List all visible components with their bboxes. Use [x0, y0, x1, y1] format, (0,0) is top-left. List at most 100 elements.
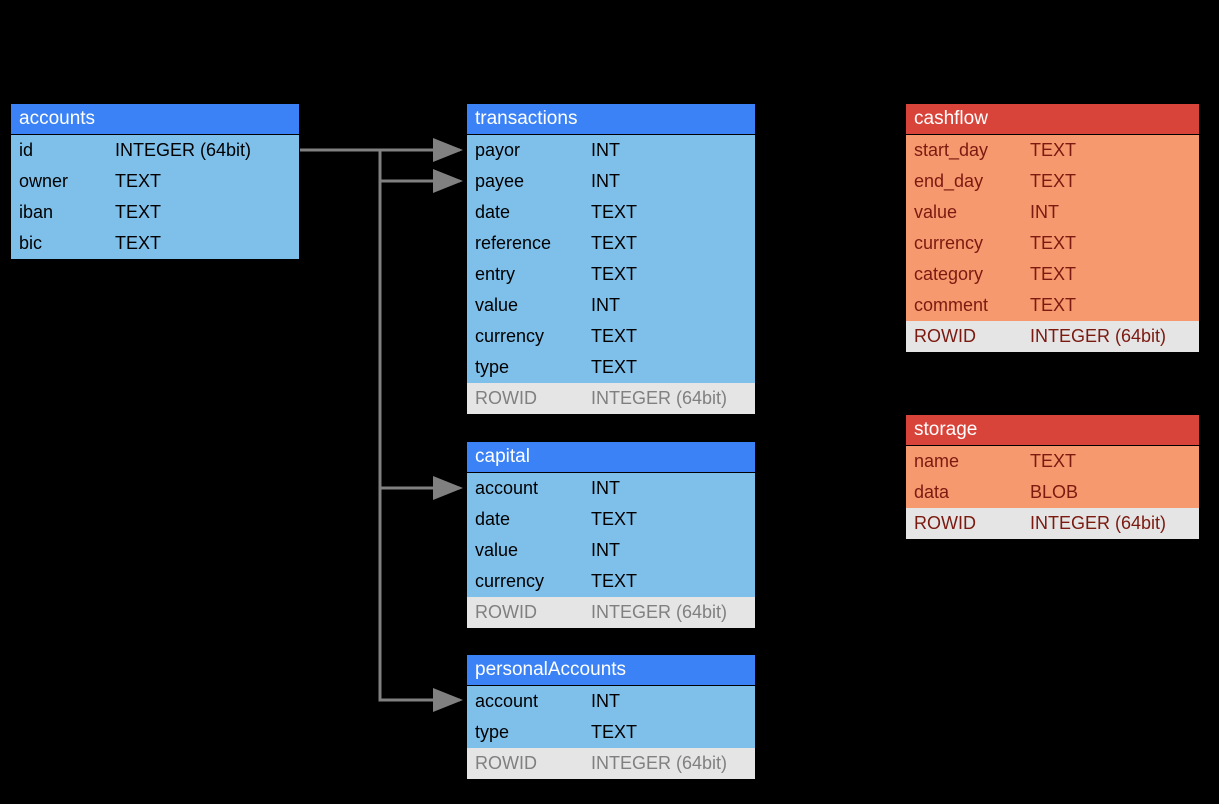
column-type: INTEGER (64bit) — [1026, 326, 1199, 347]
column-type: TEXT — [1026, 171, 1199, 192]
table-cashflow-body: start_dayTEXT end_dayTEXT valueINT curre… — [906, 135, 1199, 352]
column-name: value — [467, 540, 587, 561]
column-type: INT — [587, 171, 755, 192]
table-storage-header: storage — [906, 415, 1199, 446]
column-type: TEXT — [587, 233, 755, 254]
table-row: typeTEXT — [467, 352, 755, 383]
arrow-accounts-to-transactions-payee — [300, 150, 460, 181]
column-type: TEXT — [111, 171, 299, 192]
column-name: date — [467, 202, 587, 223]
column-name: type — [467, 722, 587, 743]
table-capital-header: capital — [467, 442, 755, 473]
table-row: currencyTEXT — [467, 566, 755, 597]
column-name: comment — [906, 295, 1026, 316]
column-type: INTEGER (64bit) — [1026, 513, 1199, 534]
column-type: TEXT — [1026, 233, 1199, 254]
table-rowid: ROWIDINTEGER (64bit) — [906, 508, 1199, 539]
column-name: currency — [467, 326, 587, 347]
table-row: categoryTEXT — [906, 259, 1199, 290]
table-row: nameTEXT — [906, 446, 1199, 477]
column-name: value — [906, 202, 1026, 223]
table-transactions-body: payorINT payeeINT dateTEXT referenceTEXT… — [467, 135, 755, 414]
arrow-accounts-to-capital-account — [300, 150, 460, 488]
column-type: INTEGER (64bit) — [111, 140, 299, 161]
column-type: TEXT — [587, 264, 755, 285]
table-row: ownerTEXT — [11, 166, 299, 197]
table-rowid: ROWIDINTEGER (64bit) — [467, 383, 755, 414]
table-personal-accounts-body: accountINT typeTEXT ROWIDINTEGER (64bit) — [467, 686, 755, 779]
table-personal-accounts-header: personalAccounts — [467, 655, 755, 686]
column-name: entry — [467, 264, 587, 285]
column-name: id — [11, 140, 111, 161]
table-row: start_dayTEXT — [906, 135, 1199, 166]
column-name: value — [467, 295, 587, 316]
column-name: category — [906, 264, 1026, 285]
column-type: TEXT — [111, 202, 299, 223]
table-capital-body: accountINT dateTEXT valueINT currencyTEX… — [467, 473, 755, 628]
column-type: TEXT — [1026, 264, 1199, 285]
table-cashflow: cashflow start_dayTEXT end_dayTEXT value… — [905, 103, 1200, 353]
column-name: iban — [11, 202, 111, 223]
column-name: start_day — [906, 140, 1026, 161]
table-row: idINTEGER (64bit) — [11, 135, 299, 166]
table-accounts-header: accounts — [11, 104, 299, 135]
column-name: ROWID — [467, 388, 587, 409]
table-row: payeeINT — [467, 166, 755, 197]
column-type: TEXT — [1026, 295, 1199, 316]
table-row: currencyTEXT — [906, 228, 1199, 259]
column-name: data — [906, 482, 1026, 503]
table-rowid: ROWIDINTEGER (64bit) — [467, 597, 755, 628]
column-name: ROWID — [467, 753, 587, 774]
table-row: valueINT — [467, 290, 755, 321]
table-rowid: ROWIDINTEGER (64bit) — [467, 748, 755, 779]
table-transactions: transactions payorINT payeeINT dateTEXT … — [466, 103, 756, 415]
table-row: entryTEXT — [467, 259, 755, 290]
table-rowid: ROWIDINTEGER (64bit) — [906, 321, 1199, 352]
column-type: INT — [1026, 202, 1199, 223]
column-name: ROWID — [906, 326, 1026, 347]
column-type: INTEGER (64bit) — [587, 602, 755, 623]
table-row: typeTEXT — [467, 717, 755, 748]
column-name: end_day — [906, 171, 1026, 192]
column-type: TEXT — [587, 326, 755, 347]
column-name: currency — [906, 233, 1026, 254]
column-type: INT — [587, 140, 755, 161]
table-row: currencyTEXT — [467, 321, 755, 352]
column-name: reference — [467, 233, 587, 254]
column-name: date — [467, 509, 587, 530]
column-name: owner — [11, 171, 111, 192]
table-row: accountINT — [467, 686, 755, 717]
table-row: referenceTEXT — [467, 228, 755, 259]
table-row: valueINT — [467, 535, 755, 566]
column-name: name — [906, 451, 1026, 472]
table-row: commentTEXT — [906, 290, 1199, 321]
column-name: currency — [467, 571, 587, 592]
table-row: valueINT — [906, 197, 1199, 228]
arrow-accounts-to-personalaccounts-account — [300, 150, 460, 700]
table-row: bicTEXT — [11, 228, 299, 259]
column-type: TEXT — [587, 202, 755, 223]
column-type: TEXT — [587, 357, 755, 378]
column-name: payor — [467, 140, 587, 161]
column-type: TEXT — [587, 722, 755, 743]
column-type: TEXT — [587, 509, 755, 530]
column-type: TEXT — [1026, 451, 1199, 472]
column-type: TEXT — [111, 233, 299, 254]
column-type: INTEGER (64bit) — [587, 753, 755, 774]
table-capital: capital accountINT dateTEXT valueINT cur… — [466, 441, 756, 629]
table-row: accountINT — [467, 473, 755, 504]
column-type: INT — [587, 295, 755, 316]
column-type: INT — [587, 540, 755, 561]
column-name: ROWID — [906, 513, 1026, 534]
column-name: bic — [11, 233, 111, 254]
table-row: dataBLOB — [906, 477, 1199, 508]
table-cashflow-header: cashflow — [906, 104, 1199, 135]
table-accounts-body: idINTEGER (64bit) ownerTEXT ibanTEXT bic… — [11, 135, 299, 259]
table-row: dateTEXT — [467, 197, 755, 228]
table-accounts: accounts idINTEGER (64bit) ownerTEXT iba… — [10, 103, 300, 260]
column-type: BLOB — [1026, 482, 1199, 503]
column-type: TEXT — [587, 571, 755, 592]
column-type: INT — [587, 478, 755, 499]
column-type: TEXT — [1026, 140, 1199, 161]
table-row: payorINT — [467, 135, 755, 166]
